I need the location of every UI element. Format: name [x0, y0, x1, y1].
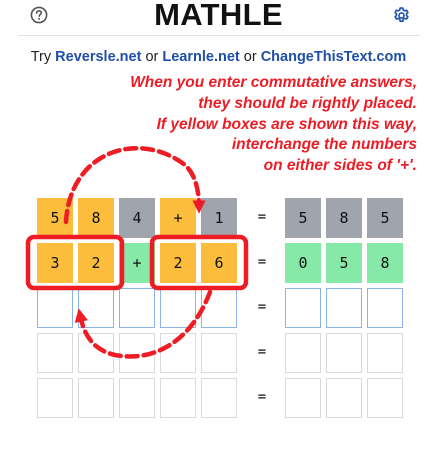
- empty-guess-tile: [37, 378, 73, 418]
- empty-guess-tile: [119, 333, 155, 373]
- result-tile: 8: [367, 243, 403, 283]
- guess-tile: 6: [201, 243, 237, 283]
- guess-tile: 2: [78, 243, 114, 283]
- empty-guess-tile: [160, 378, 196, 418]
- empty-guess-tile: [160, 333, 196, 373]
- empty-guess-tile: [78, 333, 114, 373]
- guess-tile: 4: [119, 198, 155, 238]
- empty-guess-tile[interactable]: [201, 288, 237, 328]
- empty-result-tile: [285, 333, 321, 373]
- empty-guess-tile[interactable]: [160, 288, 196, 328]
- equals-sign: =: [257, 389, 267, 405]
- guess-tile: +: [119, 243, 155, 283]
- link-reversle[interactable]: Reversle.net: [55, 49, 141, 65]
- result-tile: 5: [285, 198, 321, 238]
- empty-guess-tile: [119, 378, 155, 418]
- annotation-line: When you enter commutative answers,: [130, 74, 417, 91]
- guess-tile: 1: [201, 198, 237, 238]
- empty-guess-tile: [37, 333, 73, 373]
- empty-result-tile[interactable]: [285, 288, 321, 328]
- gear-icon[interactable]: [392, 6, 411, 25]
- guess-tile: 2: [160, 243, 196, 283]
- equals-sign: =: [257, 344, 267, 360]
- guess-tile: 8: [78, 198, 114, 238]
- promo-line: Try Reversle.net or Learnle.net or Chang…: [0, 49, 437, 65]
- guess-tile: 3: [37, 243, 73, 283]
- empty-result-tile: [326, 333, 362, 373]
- empty-result-tile: [326, 378, 362, 418]
- annotation-line: interchange the numbers: [231, 136, 417, 154]
- empty-guess-tile: [78, 378, 114, 418]
- result-tile: 0: [285, 243, 321, 283]
- equals-sign: =: [257, 299, 267, 315]
- result-tile: 8: [326, 198, 362, 238]
- promo-or-2: or: [239, 49, 261, 65]
- equals-sign: =: [257, 209, 267, 225]
- result-tile: 5: [326, 243, 362, 283]
- promo-or-1: or: [141, 49, 163, 65]
- header-divider: [18, 35, 420, 36]
- equals-sign: =: [257, 254, 267, 270]
- empty-result-tile: [367, 378, 403, 418]
- annotation-line: If yellow boxes are shown this way,: [156, 115, 417, 133]
- link-changethistext[interactable]: ChangeThisText.com: [261, 49, 407, 65]
- annotation-line: on either sides of '+'.: [263, 157, 417, 175]
- annotation-text: When you enter commutative answers, they…: [130, 73, 417, 177]
- empty-result-tile[interactable]: [367, 288, 403, 328]
- promo-prefix: Try: [30, 49, 56, 65]
- empty-result-tile: [367, 333, 403, 373]
- empty-result-tile[interactable]: [326, 288, 362, 328]
- link-learnle[interactable]: Learnle.net: [162, 49, 239, 65]
- empty-result-tile: [285, 378, 321, 418]
- guess-tile: +: [160, 198, 196, 238]
- empty-guess-tile[interactable]: [37, 288, 73, 328]
- annotation-line: they should be rightly placed.: [198, 94, 417, 112]
- result-tile: 5: [367, 198, 403, 238]
- guess-tile: 5: [37, 198, 73, 238]
- empty-guess-tile[interactable]: [119, 288, 155, 328]
- empty-guess-tile: [201, 333, 237, 373]
- empty-guess-tile[interactable]: [78, 288, 114, 328]
- empty-guess-tile: [201, 378, 237, 418]
- page-title: MATHLE: [154, 0, 283, 32]
